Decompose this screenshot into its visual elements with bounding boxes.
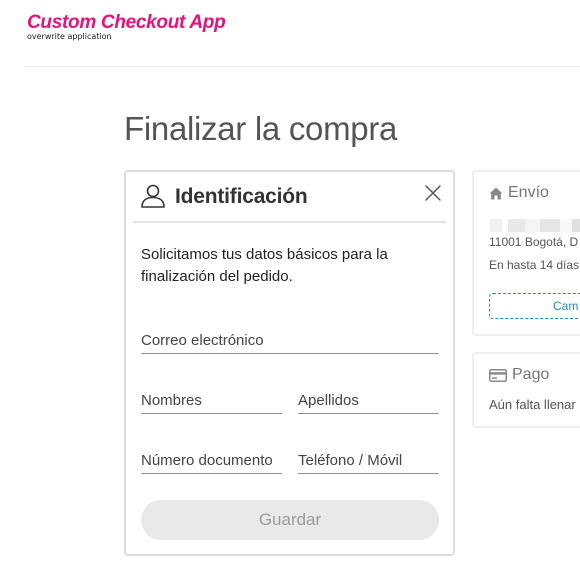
page-title: Finalizar la compra <box>124 110 398 147</box>
document-field[interactable] <box>141 444 282 474</box>
first-name-input[interactable] <box>141 384 282 409</box>
shipping-street-redacted <box>490 219 580 232</box>
save-button[interactable]: Guardar <box>141 500 439 540</box>
header-divider <box>24 66 580 67</box>
email-input[interactable] <box>141 324 439 349</box>
shipping-address: 11001 Bogotá, D <box>489 235 579 249</box>
document-input[interactable] <box>141 444 282 469</box>
payment-status: Aún falta llenar <box>489 397 576 412</box>
close-icon[interactable] <box>423 183 443 203</box>
phone-field[interactable] <box>298 444 439 474</box>
change-shipping-button[interactable]: Cam <box>489 293 580 319</box>
identification-intro: Solicitamos tus datos básicos para la fi… <box>141 246 388 285</box>
payment-card: Pago Aún falta llenar <box>472 352 580 428</box>
shipping-card: Envío 11001 Bogotá, D En hasta 14 días C… <box>472 170 580 336</box>
shipping-eta: En hasta 14 días <box>489 258 580 272</box>
shipping-header: Envío <box>489 184 549 202</box>
brand-subtitle: overwrite application <box>27 32 112 41</box>
identification-title: Identificación <box>175 185 308 208</box>
phone-input[interactable] <box>298 444 439 469</box>
shipping-title: Envío <box>508 184 549 201</box>
payment-header: Pago <box>489 366 549 384</box>
first-name-field[interactable] <box>141 384 282 414</box>
home-icon <box>489 187 503 199</box>
user-icon <box>141 184 165 208</box>
brand-logo[interactable]: Custom Checkout App overwrite applicatio… <box>27 12 226 41</box>
brand-title: Custom Checkout App <box>27 12 226 33</box>
email-field[interactable] <box>141 324 439 354</box>
identification-header: Identificación <box>133 172 446 223</box>
payment-title: Pago <box>512 366 550 383</box>
last-name-input[interactable] <box>298 384 439 409</box>
identification-card: Identificación Solicitamos tus datos bás… <box>124 170 455 556</box>
last-name-field[interactable] <box>298 384 439 414</box>
credit-card-icon <box>489 368 507 382</box>
